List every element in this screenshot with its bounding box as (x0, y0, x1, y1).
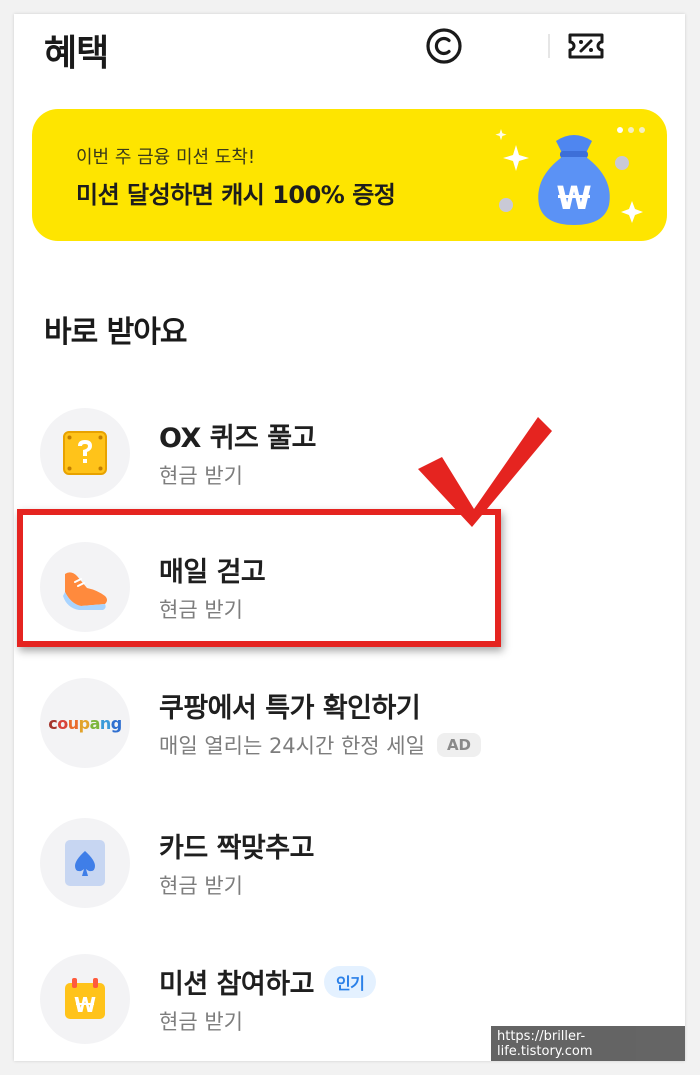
banner-title: 미션 달성하면 캐시 100% 증정 (76, 181, 396, 209)
item-title: OX 퀴즈 풀고 (159, 423, 316, 454)
popular-badge: 인기 (323, 965, 377, 998)
coupang-logo: coupang (40, 678, 130, 768)
item-title: 미션 참여하고 (159, 969, 314, 1000)
calendar-won-icon: W (40, 954, 130, 1044)
page-title: 혜택 (44, 33, 109, 74)
coupon-ticket-icon[interactable] (566, 26, 606, 66)
banner-subtitle: 이번 주 금융 미션 도착! (76, 147, 256, 168)
list-item-coupang[interactable]: coupang 쿠팡에서 특가 확인하기 매일 열리는 24시간 한정 세일 A… (14, 664, 685, 784)
quiz-box-icon (40, 408, 130, 498)
item-subtitle: 매일 열리는 24시간 한정 세일 (159, 734, 425, 758)
item-subtitle: 현금 받기 (159, 1010, 243, 1034)
item-subtitle-row: 매일 열리는 24시간 한정 세일 AD (159, 730, 482, 760)
item-title: 쿠팡에서 특가 확인하기 (159, 693, 421, 724)
item-title: 카드 짝맞추고 (159, 833, 314, 864)
list-item-ox-quiz[interactable]: OX 퀴즈 풀고 현금 받기 (14, 394, 685, 514)
checkmark-icon (418, 417, 552, 527)
list-item-card-match[interactable]: 카드 짝맞추고 현금 받기 (14, 804, 685, 924)
item-subtitle: 현금 받기 (159, 464, 243, 488)
ad-badge: AD (436, 733, 482, 757)
watermark: https://briller-life.tistory.com (491, 1026, 685, 1061)
item-title-row: 미션 참여하고 인기 (159, 962, 377, 1001)
money-bag-icon: W (495, 129, 643, 225)
highlight-box (17, 509, 501, 647)
benefits-screen: 혜택 이번 주 금융 미션 도착! 미션 달성하면 캐시 100% 증정 W 바… (14, 14, 685, 1061)
mission-banner[interactable]: 이번 주 금융 미션 도착! 미션 달성하면 캐시 100% 증정 W (32, 109, 667, 241)
copyright-icon[interactable] (424, 26, 464, 66)
item-subtitle: 현금 받기 (159, 874, 243, 898)
spade-card-icon (40, 818, 130, 908)
section-title: 바로 받아요 (44, 315, 187, 350)
header-divider (548, 34, 550, 58)
